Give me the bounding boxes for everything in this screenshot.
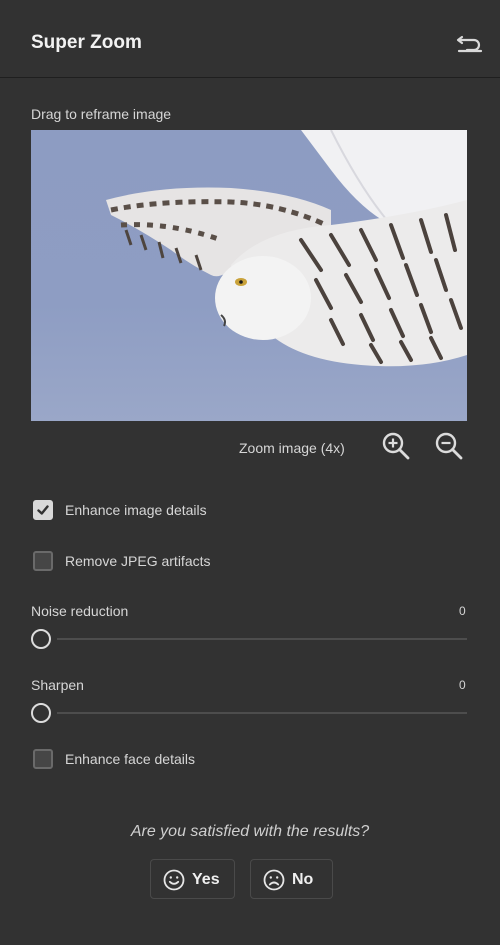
slider-thumb[interactable] — [31, 629, 51, 649]
no-label: No — [292, 871, 314, 888]
sharpen-label: Sharpen — [31, 677, 84, 693]
enhance-face-label: Enhance face details — [65, 751, 195, 767]
panel-title: Super Zoom — [31, 32, 142, 53]
yes-label: Yes — [192, 871, 220, 888]
feedback-question: Are you satisfied with the results? — [130, 823, 370, 840]
smile-icon — [163, 869, 185, 891]
zoom-label: Zoom image (4x) — [239, 440, 345, 456]
checkmark-icon — [37, 505, 49, 515]
reframe-label: Drag to reframe image — [31, 106, 172, 122]
yes-button[interactable]: Yes — [150, 859, 235, 899]
zoom-out-icon[interactable] — [434, 431, 464, 461]
undo-icon[interactable] — [455, 29, 485, 55]
zoom-row: Zoom image (4x) — [0, 430, 500, 464]
noise-reduction-label: Noise reduction — [31, 603, 129, 619]
enhance-details-checkbox[interactable] — [33, 500, 53, 520]
enhance-details-label: Enhance image details — [65, 502, 207, 518]
noise-reduction-slider[interactable] — [31, 627, 467, 651]
remove-jpeg-checkbox[interactable] — [33, 551, 53, 571]
slider-track[interactable] — [57, 638, 467, 640]
no-button[interactable]: No — [250, 859, 333, 899]
frown-icon — [263, 869, 285, 891]
panel-header: Super Zoom — [0, 0, 500, 78]
remove-jpeg-label: Remove JPEG artifacts — [65, 553, 211, 569]
slider-thumb[interactable] — [31, 703, 51, 723]
noise-reduction-value: 0 — [459, 604, 466, 618]
sharpen-slider[interactable] — [31, 701, 467, 725]
enhance-face-checkbox[interactable] — [33, 749, 53, 769]
slider-track[interactable] — [57, 712, 467, 714]
zoom-in-icon[interactable] — [381, 431, 411, 461]
image-preview[interactable] — [31, 130, 467, 421]
sharpen-value: 0 — [459, 678, 466, 692]
